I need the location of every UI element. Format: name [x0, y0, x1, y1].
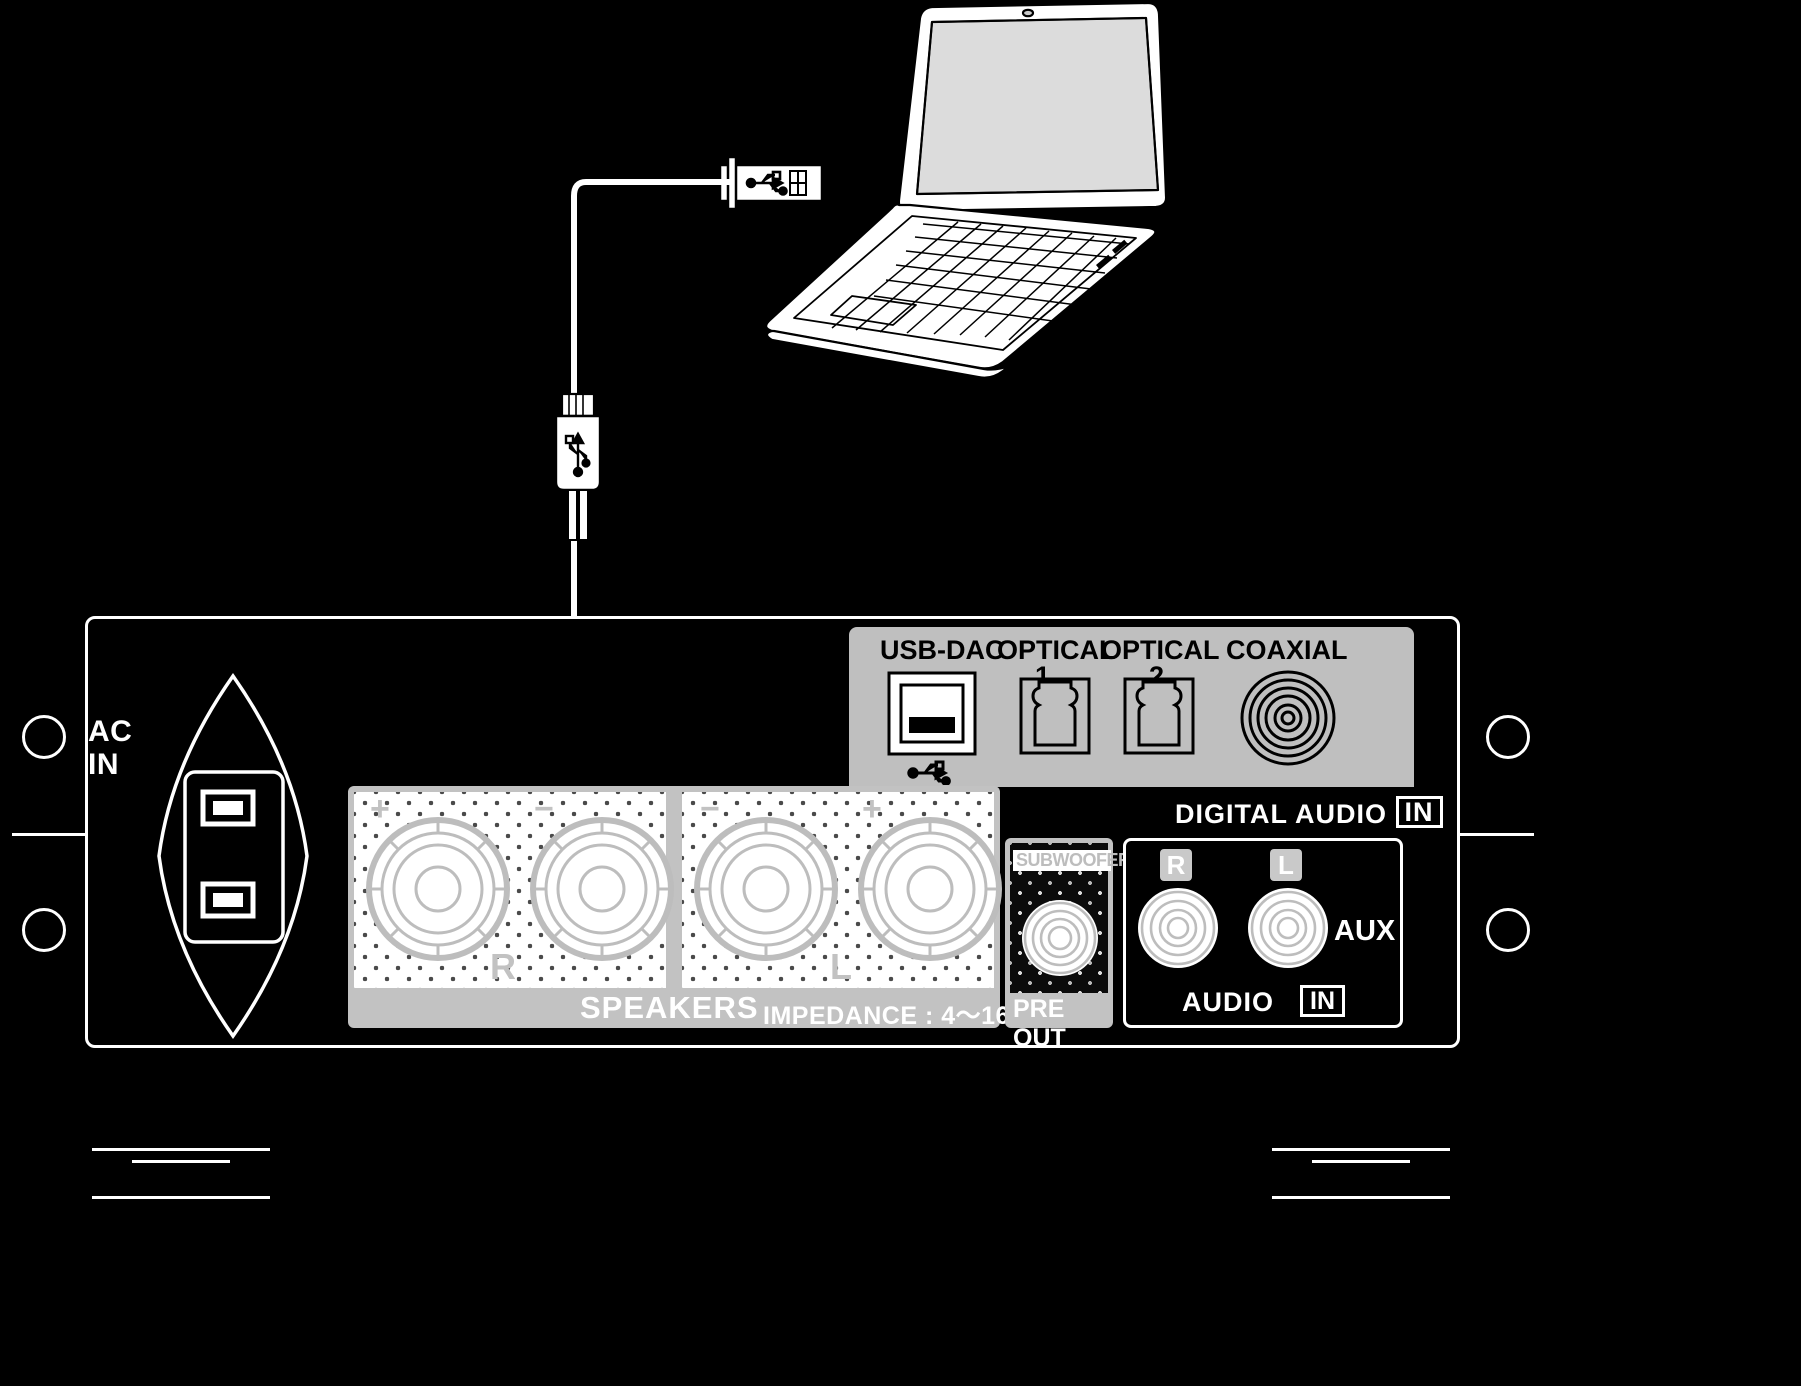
binding-post-r-minus[interactable] [528, 814, 676, 964]
audio-in-panel: R L AUX AUDIO IN [1123, 838, 1403, 1028]
usb-type-b-plug [554, 392, 602, 541]
audio-in-channel-badge-l: L [1270, 849, 1302, 881]
mount-hole-bottom-right [1486, 908, 1530, 952]
ac-in-label: AC IN [88, 715, 132, 781]
digital-audio-in-caption: DIGITAL AUDIO IN [1175, 796, 1443, 830]
speaker-terminals-panel: + − − + R L SPEAKERS IMPEDANCE : 4～16Ω [348, 786, 1030, 1030]
foot-left-line1 [92, 1148, 270, 1151]
foot-left-line2 [132, 1160, 230, 1163]
usb-b-jack[interactable] [887, 671, 977, 756]
toslink-icon[interactable] [1019, 677, 1091, 755]
digital-audio-in-caption-text: DIGITAL AUDIO [1175, 799, 1387, 829]
status-badge-in: IN [1300, 985, 1345, 1017]
mount-hole-top-left [22, 715, 66, 759]
status-badge-in: IN [1395, 796, 1443, 828]
foot-right-line2 [1312, 1160, 1410, 1163]
binding-post-l-minus[interactable] [692, 814, 840, 964]
rca-jack-left[interactable] [1248, 885, 1328, 971]
port-label-coaxial: COAXIAL [1226, 635, 1348, 665]
polarity-plus-l: + [862, 790, 882, 828]
speaker-channel-label-r: R [490, 946, 516, 987]
rca-jack-right[interactable] [1138, 885, 1218, 971]
toslink-icon[interactable] [1123, 677, 1195, 755]
mount-hole-bottom-left [22, 908, 66, 952]
mount-ear-left-line [12, 833, 87, 836]
binding-post-l-plus[interactable] [856, 814, 1004, 964]
usb-icon [907, 760, 951, 785]
binding-post-r-plus[interactable] [364, 814, 512, 964]
foot-right-line1 [1272, 1148, 1450, 1151]
rca-icon[interactable] [1239, 669, 1337, 767]
polarity-plus-r: + [370, 790, 390, 828]
speakers-impedance: IMPEDANCE : 4～16Ω [763, 1002, 1031, 1030]
digital-audio-in-panel: USB-DAC OPTICAL 1 OPTICAL 2 COAXIAL [849, 627, 1414, 787]
foot-left-line3 [92, 1196, 270, 1199]
port-label-usb-dac: USB-DAC [880, 635, 1005, 665]
audio-in-caption: AUDIO [1182, 987, 1274, 1017]
ac-in-label-line1: AC [88, 715, 133, 748]
speakers-caption: SPEAKERS [580, 990, 759, 1025]
pre-out-caption: PRE OUT [1013, 995, 1066, 1052]
port-label-optical-1: OPTICAL [997, 635, 1116, 665]
mount-hole-top-right [1486, 715, 1530, 759]
foot-right-line3 [1272, 1196, 1450, 1199]
ac-inlet-socket[interactable] [155, 672, 315, 1040]
pre-out-panel: SUBWOOFER PRE OUT [1005, 838, 1131, 1052]
ac-in-label-line2: IN [88, 748, 119, 781]
polarity-minus-l: − [700, 790, 720, 828]
aux-label: AUX [1334, 915, 1396, 947]
subwoofer-label: SUBWOOFER [1013, 850, 1131, 871]
subwoofer-rca-jack[interactable] [1022, 894, 1098, 984]
polarity-minus-r: − [534, 790, 554, 828]
speaker-channel-label-l: L [830, 946, 852, 987]
audio-in-channel-badge-r: R [1160, 849, 1192, 881]
mount-ear-right-line [1459, 833, 1534, 836]
diagram-canvas: AC IN USB-DAC OPTICAL 1 OPTICAL 2 COAXIA… [0, 0, 1801, 1386]
